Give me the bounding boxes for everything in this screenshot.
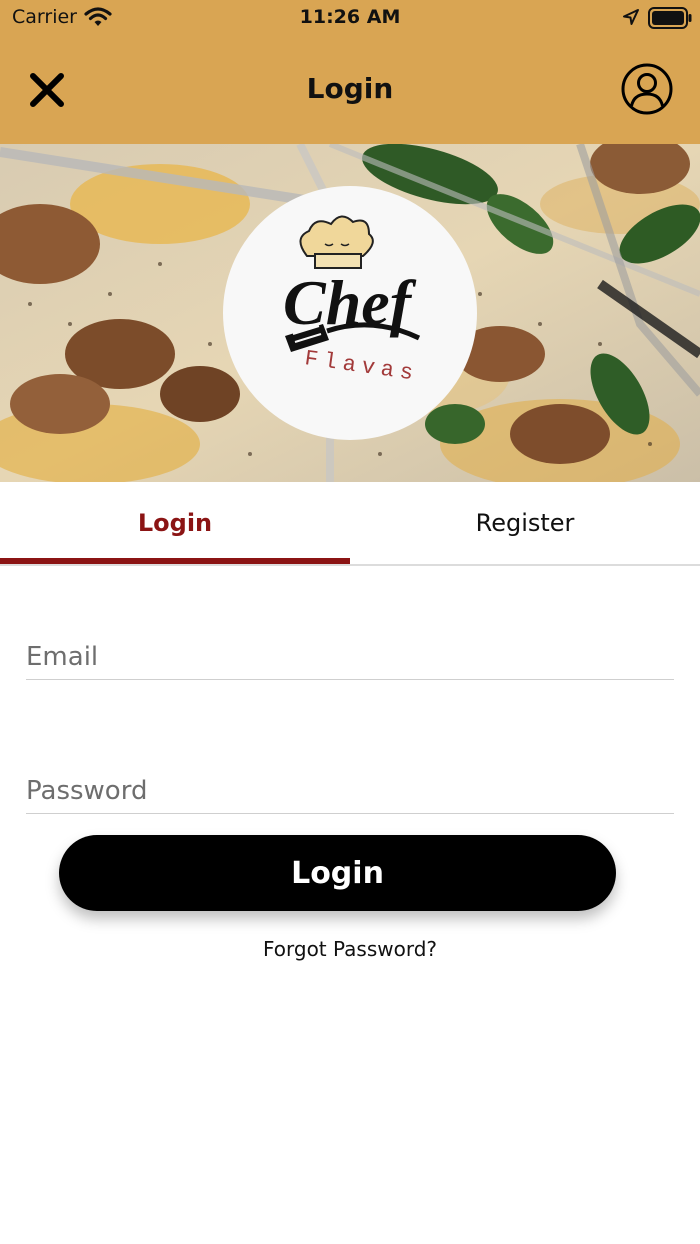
tab-register[interactable]: Register (350, 482, 700, 564)
email-field-container (26, 636, 674, 680)
email-input[interactable] (26, 636, 674, 678)
user-profile-icon (621, 63, 673, 115)
forgot-password-link[interactable]: Forgot Password? (0, 937, 700, 961)
chef-hat-icon (299, 215, 374, 269)
password-input[interactable] (26, 770, 674, 812)
logo-text-flavas: Flavas (303, 346, 421, 387)
battery-icon (648, 7, 692, 33)
tab-login[interactable]: Login (0, 482, 350, 564)
profile-button[interactable] (620, 62, 674, 116)
active-tab-indicator (0, 558, 350, 564)
brand-logo: Chef Flavas (223, 186, 477, 440)
nav-bar: Login (0, 36, 700, 144)
status-bar: Carrier 11:26 AM (0, 0, 700, 36)
page-title: Login (306, 72, 394, 105)
location-icon (622, 8, 640, 30)
status-time: 11:26 AM (299, 6, 401, 28)
auth-tabs: Login Register (0, 482, 700, 566)
login-button[interactable]: Login (59, 835, 616, 911)
hero-banner: Chef Flavas (0, 144, 700, 482)
logo-text-chef: Chef (283, 267, 417, 338)
password-field-container (26, 770, 674, 814)
app-header: Carrier 11:26 AM Login (0, 0, 700, 144)
